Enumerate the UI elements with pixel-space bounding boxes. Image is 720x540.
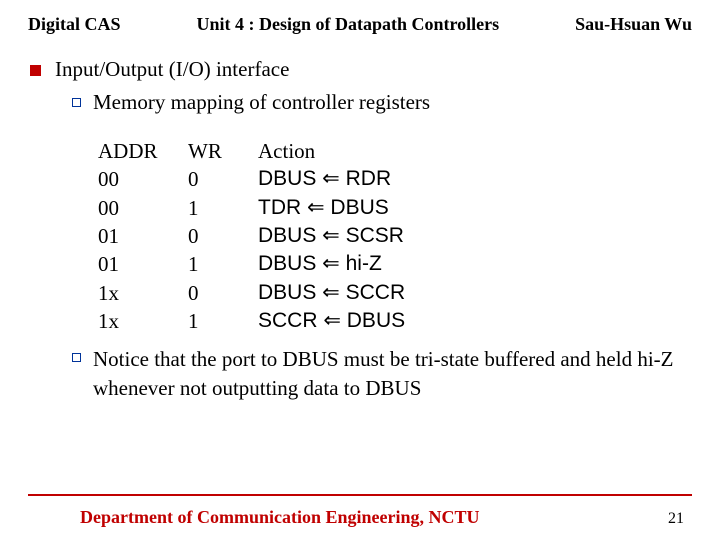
cell-action: DBUS ⇐ SCSR: [258, 222, 692, 250]
cell-wr: 1: [188, 194, 258, 222]
table-row: 00 0 DBUS ⇐ RDR: [98, 165, 692, 193]
slide-content: Input/Output (I/O) interface Memory mapp…: [28, 57, 692, 402]
table-row: 01 0 DBUS ⇐ SCSR: [98, 222, 692, 250]
cell-action: DBUS ⇐ SCCR: [258, 279, 692, 307]
bullet-level-2-notice: Notice that the port to DBUS must be tri…: [72, 345, 692, 402]
table-row: 00 1 TDR ⇐ DBUS: [98, 194, 692, 222]
bullet-text: Input/Output (I/O) interface: [55, 57, 289, 82]
cell-wr: 1: [188, 250, 258, 278]
cell-wr: 0: [188, 279, 258, 307]
header-left: Digital CAS: [28, 14, 121, 35]
register-map-table: ADDR WR Action 00 0 DBUS ⇐ RDR 00 1 TDR …: [98, 137, 692, 335]
cell-action: SCCR ⇐ DBUS: [258, 307, 692, 335]
cell-wr: 0: [188, 165, 258, 193]
cell-addr: 00: [98, 165, 188, 193]
notice-text: Notice that the port to DBUS must be tri…: [93, 345, 692, 402]
header-right: Sau-Hsuan Wu: [575, 14, 692, 35]
table-row: 01 1 DBUS ⇐ hi-Z: [98, 250, 692, 278]
table-row: 1x 1 SCCR ⇐ DBUS: [98, 307, 692, 335]
table-header-row: ADDR WR Action: [98, 137, 692, 165]
header-center: Unit 4 : Design of Datapath Controllers: [196, 14, 499, 35]
bullet-square-icon: [30, 65, 41, 76]
col-header-wr: WR: [188, 137, 258, 165]
table-row: 1x 0 DBUS ⇐ SCCR: [98, 279, 692, 307]
slide-footer: Department of Communication Engineering,…: [0, 507, 720, 528]
slide-header: Digital CAS Unit 4 : Design of Datapath …: [28, 14, 692, 35]
cell-addr: 1x: [98, 279, 188, 307]
footer-department: Department of Communication Engineering,…: [80, 507, 479, 528]
cell-addr: 01: [98, 222, 188, 250]
col-header-addr: ADDR: [98, 137, 188, 165]
footer-page-number: 21: [668, 510, 684, 528]
cell-action: DBUS ⇐ hi-Z: [258, 250, 692, 278]
bullet-level-1: Input/Output (I/O) interface: [28, 57, 692, 82]
cell-addr: 01: [98, 250, 188, 278]
col-header-action: Action: [258, 137, 692, 165]
footer-divider: [28, 494, 692, 496]
bullet-text: Memory mapping of controller registers: [93, 90, 430, 115]
bullet-level-2: Memory mapping of controller registers: [72, 90, 692, 115]
bullet-hollow-square-icon: [72, 98, 81, 107]
cell-addr: 00: [98, 194, 188, 222]
cell-action: TDR ⇐ DBUS: [258, 194, 692, 222]
slide: Digital CAS Unit 4 : Design of Datapath …: [0, 0, 720, 540]
cell-addr: 1x: [98, 307, 188, 335]
bullet-hollow-square-icon: [72, 353, 81, 362]
cell-action: DBUS ⇐ RDR: [258, 165, 692, 193]
cell-wr: 0: [188, 222, 258, 250]
cell-wr: 1: [188, 307, 258, 335]
